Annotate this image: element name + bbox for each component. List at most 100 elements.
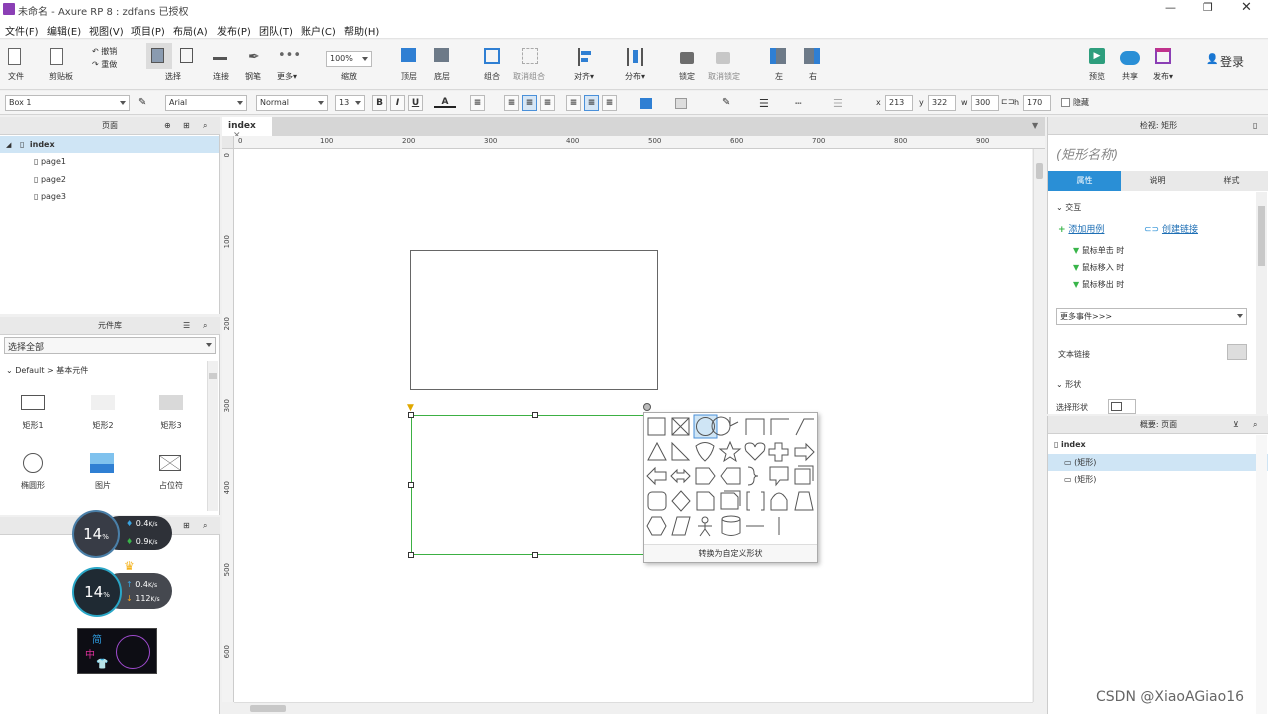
valign-bottom-button[interactable]: ≡: [602, 95, 617, 111]
menu-file[interactable]: 文件(F): [5, 23, 39, 38]
shape-name-input[interactable]: (矩形名称): [1056, 144, 1118, 163]
outline-item-rect-2[interactable]: ▭ (矩形): [1064, 471, 1096, 488]
right-icon[interactable]: [804, 48, 820, 64]
tab-style[interactable]: 样式: [1194, 171, 1268, 191]
more-icon[interactable]: •••: [278, 48, 301, 63]
page-item-index[interactable]: ◢ ▯ index: [0, 136, 219, 153]
arch-shape-icon[interactable]: [770, 492, 788, 511]
undo-button[interactable]: ↶ 撤销: [92, 46, 117, 57]
add-case-link[interactable]: + 添加用例: [1058, 222, 1104, 235]
align-icon[interactable]: [578, 48, 592, 66]
align-center-button[interactable]: ≡: [522, 95, 537, 111]
double-arrow-shape-icon[interactable]: [670, 468, 691, 484]
login-link[interactable]: 登录: [1220, 53, 1244, 70]
menu-layout[interactable]: 布局(A): [173, 23, 208, 38]
rounded-top-shape-icon[interactable]: [745, 418, 765, 435]
resize-handle[interactable]: [532, 412, 538, 418]
tag-shape-icon[interactable]: [720, 467, 741, 485]
line-width-icon[interactable]: ☰: [759, 97, 769, 110]
outline-page-index[interactable]: ▯ index: [1054, 436, 1086, 453]
page-item-page3[interactable]: ▯ page3: [34, 188, 66, 205]
align-left-button[interactable]: ≡: [504, 95, 519, 111]
search-icon[interactable]: ⌕: [203, 517, 207, 535]
pentagon-arrow-shape-icon[interactable]: [695, 467, 716, 485]
font-size-select[interactable]: 13: [335, 95, 365, 111]
brace-shape-icon[interactable]: [747, 466, 759, 486]
tab-properties[interactable]: 属性: [1048, 171, 1121, 191]
event-mouseenter[interactable]: ▼ 鼠标移入 时: [1073, 262, 1124, 273]
shadow-icon[interactable]: [675, 98, 687, 109]
zoom-select[interactable]: 100%: [326, 51, 372, 67]
resize-handle[interactable]: [408, 482, 414, 488]
event-mouseleave[interactable]: ▼ 鼠标移出 时: [1073, 279, 1124, 290]
menu-icon[interactable]: ☰: [183, 317, 190, 335]
tab-index[interactable]: index ✕: [222, 117, 272, 141]
corner-radius-handle-icon[interactable]: ▼: [407, 403, 414, 413]
widget-rect3-shape[interactable]: [159, 395, 183, 410]
widget-rect2-shape[interactable]: [91, 395, 115, 410]
rounded-rect-shape-icon[interactable]: [647, 491, 667, 511]
library-group[interactable]: ⌄ Default > 基本元件: [6, 365, 88, 376]
outline-item-rect-1[interactable]: ▭ (矩形): [1048, 454, 1268, 471]
corner-shape-icon[interactable]: [770, 418, 789, 435]
page-item-page1[interactable]: ▯ page1: [34, 153, 66, 170]
menu-team[interactable]: 团队(T): [259, 23, 293, 38]
parallelogram-shape-icon[interactable]: [671, 516, 691, 536]
add-folder-icon[interactable]: ⊞: [183, 517, 190, 535]
valign-middle-button[interactable]: ≡: [584, 95, 599, 111]
shape-section[interactable]: ⌄ 形状: [1056, 379, 1081, 390]
right-arrow-shape-icon[interactable]: [794, 442, 815, 462]
x-input[interactable]: 213: [885, 95, 913, 111]
plus-shape-icon[interactable]: [768, 442, 789, 462]
pen-icon[interactable]: ✒: [248, 49, 260, 65]
more-events-select[interactable]: 更多事件>>>: [1056, 308, 1247, 325]
left-icon[interactable]: [770, 48, 786, 64]
paste-icon[interactable]: [50, 48, 63, 65]
widget-style-icon[interactable]: ✎: [138, 97, 146, 108]
group-icon[interactable]: [484, 48, 500, 64]
resize-handle[interactable]: [408, 552, 414, 558]
font-select[interactable]: Arial: [165, 95, 247, 111]
add-page-icon[interactable]: ⊕: [164, 117, 171, 135]
actor-shape-icon[interactable]: [698, 516, 712, 537]
redo-button[interactable]: ↷ 重做: [92, 59, 117, 70]
cross-rectangle-shape-icon[interactable]: [671, 417, 690, 436]
bracket-shape-icon[interactable]: [746, 491, 765, 511]
page-notes-icon[interactable]: ▯: [1253, 117, 1257, 135]
lock-icon[interactable]: [680, 52, 694, 64]
resize-handle[interactable]: [532, 552, 538, 558]
interaction-section[interactable]: ⌄ 交互: [1056, 202, 1081, 213]
database-shape-icon[interactable]: [721, 515, 741, 536]
outline-scrollbar[interactable]: [1256, 435, 1267, 714]
underline-button[interactable]: U: [408, 95, 423, 111]
menu-edit[interactable]: 编辑(E): [47, 23, 81, 38]
text-link-button[interactable]: [1227, 344, 1247, 360]
line-style-icon[interactable]: ┄: [795, 97, 802, 110]
select-icon[interactable]: [151, 48, 164, 63]
w-input[interactable]: 300: [971, 95, 999, 111]
minimize-icon[interactable]: —: [1165, 1, 1176, 14]
heart-shape-icon[interactable]: [744, 442, 766, 461]
star-shape-icon[interactable]: [718, 440, 742, 463]
collapse-icon[interactable]: ◢: [6, 141, 11, 149]
send-bottom-icon[interactable]: [434, 48, 449, 62]
valign-top-button[interactable]: ≡: [566, 95, 581, 111]
distribute-icon[interactable]: [627, 48, 643, 66]
shield-shape-icon[interactable]: [695, 442, 715, 462]
align-right-button[interactable]: ≡: [540, 95, 555, 111]
horizontal-scrollbar[interactable]: [234, 702, 1033, 714]
select-shape-button[interactable]: [1108, 399, 1136, 414]
lock-ratio-icon[interactable]: ⊏⊐: [1001, 97, 1014, 106]
convert-custom-shape-button[interactable]: 转换为自定义形状: [644, 544, 817, 562]
placeholder-icon[interactable]: [159, 455, 181, 471]
search-icon[interactable]: ⌕: [1253, 416, 1257, 434]
pages-shape-icon[interactable]: [720, 490, 741, 510]
line-color-icon[interactable]: ✎: [722, 97, 730, 108]
arrow-style-icon[interactable]: ☰: [833, 97, 843, 110]
menu-account[interactable]: 账户(C): [301, 23, 336, 38]
trapezoid-shape-icon[interactable]: [794, 491, 814, 511]
h-input[interactable]: 170: [1023, 95, 1051, 111]
add-folder-icon[interactable]: ⊞: [183, 117, 190, 135]
bullet-list-button[interactable]: ≡: [470, 95, 485, 111]
design-canvas[interactable]: ▼: [234, 149, 1032, 702]
